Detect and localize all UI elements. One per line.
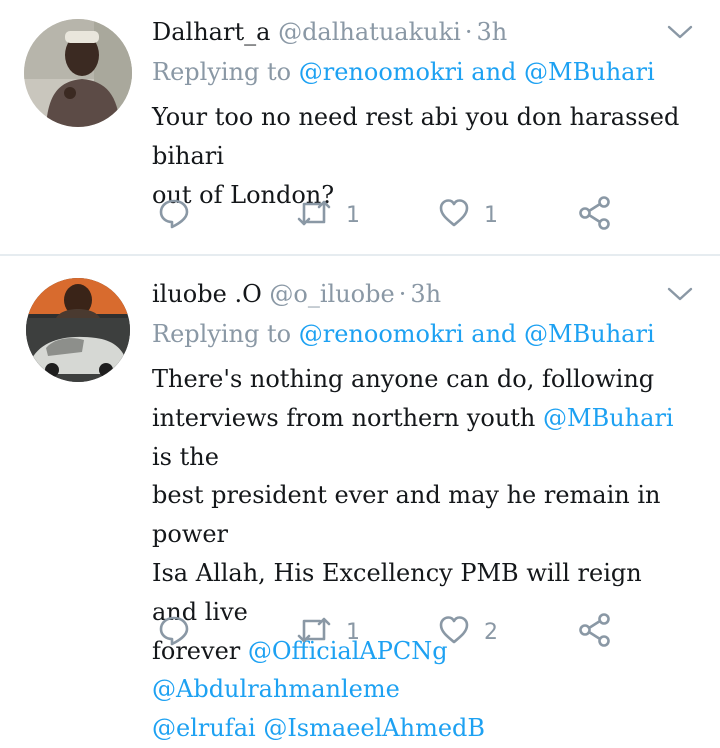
retweet-icon	[296, 614, 332, 650]
like-count: 1	[484, 202, 498, 228]
separator-dot: ·	[464, 18, 473, 46]
tweet-actions: 1 1	[152, 195, 622, 235]
text-fragment: is the	[152, 442, 219, 471]
text-fragment: interviews from northern youth	[152, 403, 544, 432]
like-count: 2	[484, 619, 498, 645]
replying-prefix: Replying to	[152, 320, 292, 348]
tweet-text-line: interviews from northern youth @MBuhari …	[152, 399, 692, 477]
retweet-icon	[296, 197, 332, 233]
tweet[interactable]: iluobe .O @o_iluobe · 3h Replying to @reno…	[0, 256, 720, 742]
reply-button[interactable]	[158, 195, 190, 235]
display-name[interactable]: iluobe .O	[152, 280, 262, 308]
tweet-actions: 1 2	[152, 612, 622, 652]
tweet[interactable]: Dalhart_a @dalhatuakuki · 3h Replying to @…	[0, 0, 720, 255]
retweet-count: 1	[346, 202, 360, 228]
reply-icon	[158, 614, 190, 650]
like-button[interactable]: 2	[438, 612, 498, 652]
replying-prefix: Replying to	[152, 58, 292, 86]
retweet-button[interactable]: 1	[296, 612, 360, 652]
tweet-text-line: @elrufai @IsmaeelAhmedB	[152, 709, 692, 748]
chevron-down-icon[interactable]	[666, 22, 694, 42]
display-name[interactable]: Dalhart_a	[152, 18, 270, 46]
retweet-count: 1	[346, 619, 360, 645]
chevron-down-icon[interactable]	[666, 284, 694, 304]
user-handle[interactable]: @o_iluobe	[269, 280, 394, 308]
timestamp[interactable]: 3h	[410, 280, 441, 308]
avatar[interactable]	[24, 19, 132, 127]
replying-to: Replying to @renoomokri and @MBuhari	[152, 320, 655, 348]
share-button[interactable]	[578, 612, 612, 652]
tweet-text-line: There's nothing anyone can do, following	[152, 365, 655, 393]
tweet-text: There's nothing anyone can do, following…	[152, 360, 692, 748]
like-button[interactable]: 1	[438, 195, 498, 235]
reply-button[interactable]	[158, 612, 190, 652]
share-icon	[578, 613, 612, 651]
reply-icon	[158, 197, 190, 233]
replying-to: Replying to @renoomokri and @MBuhari	[152, 58, 655, 86]
tweet-header: Dalhart_a @dalhatuakuki · 3h	[152, 18, 507, 52]
replying-to-link[interactable]: @renoomokri and @MBuhari	[299, 320, 655, 348]
mention-link[interactable]: @Abdulrahmanleme	[152, 675, 400, 703]
tweet-text-line: best president ever and may he remain in…	[152, 481, 661, 549]
mention-link[interactable]: @MBuhari	[543, 404, 674, 432]
user-handle[interactable]: @dalhatuakuki	[278, 18, 461, 46]
share-button[interactable]	[578, 195, 612, 235]
tweet-text-line: Your too no need rest abi you don harass…	[152, 103, 680, 170]
mention-link[interactable]: @IsmaeelAhmedB	[263, 714, 485, 742]
share-icon	[578, 196, 612, 234]
mention-link[interactable]: @elrufai	[152, 714, 256, 742]
tweet-header: iluobe .O @o_iluobe · 3h	[152, 280, 441, 314]
like-icon	[438, 197, 470, 233]
avatar[interactable]	[26, 278, 130, 382]
retweet-button[interactable]: 1	[296, 195, 360, 235]
replying-to-link[interactable]: @renoomokri and @MBuhari	[299, 58, 655, 86]
like-icon	[438, 614, 470, 650]
timestamp[interactable]: 3h	[476, 18, 507, 46]
separator-dot: ·	[398, 280, 407, 308]
